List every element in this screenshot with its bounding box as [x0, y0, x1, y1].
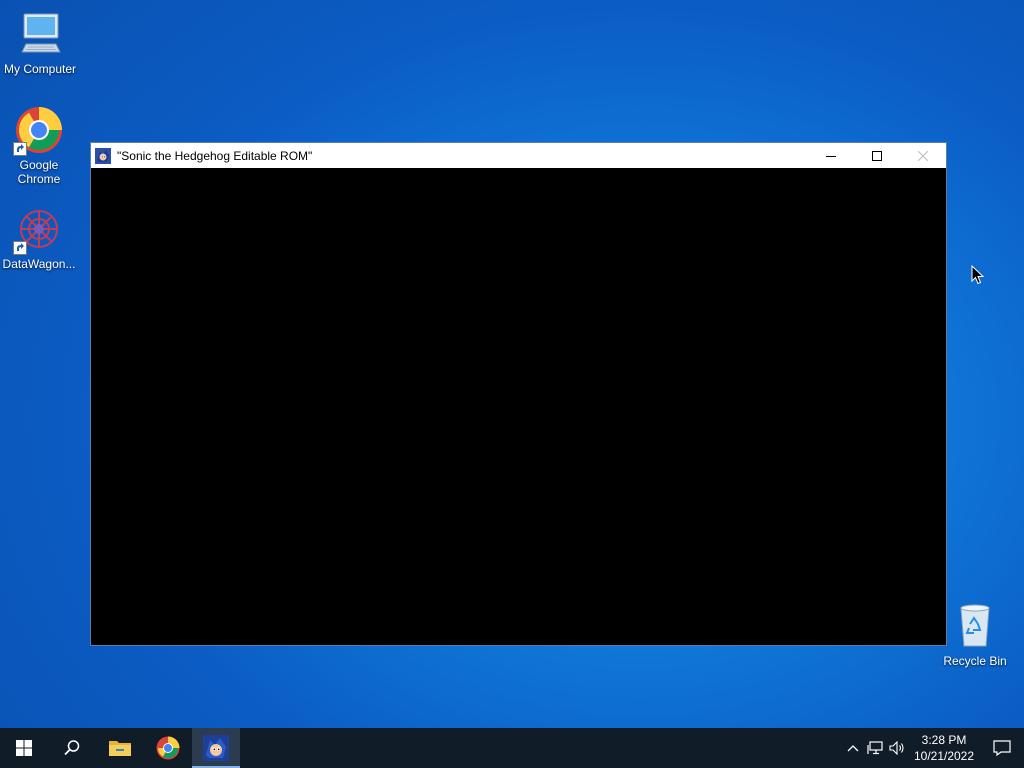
clock[interactable]: 3:28 PM 10/21/2022	[908, 732, 980, 764]
system-tray: 3:28 PM 10/21/2022	[842, 728, 1024, 768]
speaker-icon	[889, 741, 904, 755]
datawagon-icon	[13, 205, 63, 255]
desktop-icon-my-computer[interactable]: My Computer	[0, 10, 80, 76]
mouse-cursor-icon	[971, 264, 985, 290]
window-title: "Sonic the Hedgehog Editable ROM"	[117, 148, 313, 163]
notification-icon	[993, 740, 1011, 756]
maximize-icon	[872, 150, 882, 161]
desktop-icon-recycle-bin[interactable]: Recycle Bin	[935, 602, 1015, 668]
desktop-icon-label: My Computer	[3, 62, 77, 76]
action-center-button[interactable]	[980, 728, 1024, 768]
shortcut-arrow-icon	[13, 241, 27, 255]
desktop-icon-label: Recycle Bin	[943, 654, 1007, 668]
minimize-button[interactable]	[808, 143, 854, 168]
clock-date: 10/21/2022	[913, 749, 975, 763]
desktop-icon-label: Google Chrome	[17, 158, 61, 186]
shortcut-arrow-icon	[13, 142, 27, 156]
folder-icon	[109, 741, 131, 756]
windows-logo-icon	[16, 740, 32, 756]
game-viewport[interactable]	[91, 168, 946, 645]
window-titlebar[interactable]: "Sonic the Hedgehog Editable ROM"	[91, 143, 946, 168]
clock-time: 3:28 PM	[921, 733, 967, 747]
sonic-icon	[95, 147, 111, 164]
chrome-icon	[156, 736, 180, 760]
recycle-bin-icon	[951, 602, 999, 650]
minimize-icon	[826, 155, 836, 157]
close-icon	[918, 150, 928, 161]
desktop-icon-google-chrome[interactable]: Google Chrome	[0, 106, 79, 186]
volume-button[interactable]	[886, 728, 908, 768]
show-hidden-icons-button[interactable]	[842, 728, 864, 768]
taskbar: 3:28 PM 10/21/2022	[0, 728, 1024, 768]
network-button[interactable]	[864, 728, 886, 768]
search-button[interactable]	[48, 728, 96, 768]
sonic-taskbar-button[interactable]	[192, 728, 240, 768]
chrome-taskbar-button[interactable]	[144, 728, 192, 768]
desktop-icon-label: DataWagon...	[2, 257, 76, 271]
sonic-icon	[203, 735, 229, 761]
search-icon	[64, 740, 80, 756]
network-icon	[867, 741, 883, 755]
sonic-rom-window[interactable]: "Sonic the Hedgehog Editable ROM"	[90, 142, 947, 646]
maximize-button[interactable]	[854, 143, 900, 168]
file-explorer-button[interactable]	[96, 728, 144, 768]
desktop-icon-datawagon[interactable]: DataWagon...	[0, 205, 79, 271]
chevron-up-icon	[847, 745, 859, 752]
computer-icon	[16, 10, 64, 58]
chrome-icon	[13, 106, 63, 156]
close-button[interactable]	[900, 143, 946, 168]
start-button[interactable]	[0, 728, 48, 768]
